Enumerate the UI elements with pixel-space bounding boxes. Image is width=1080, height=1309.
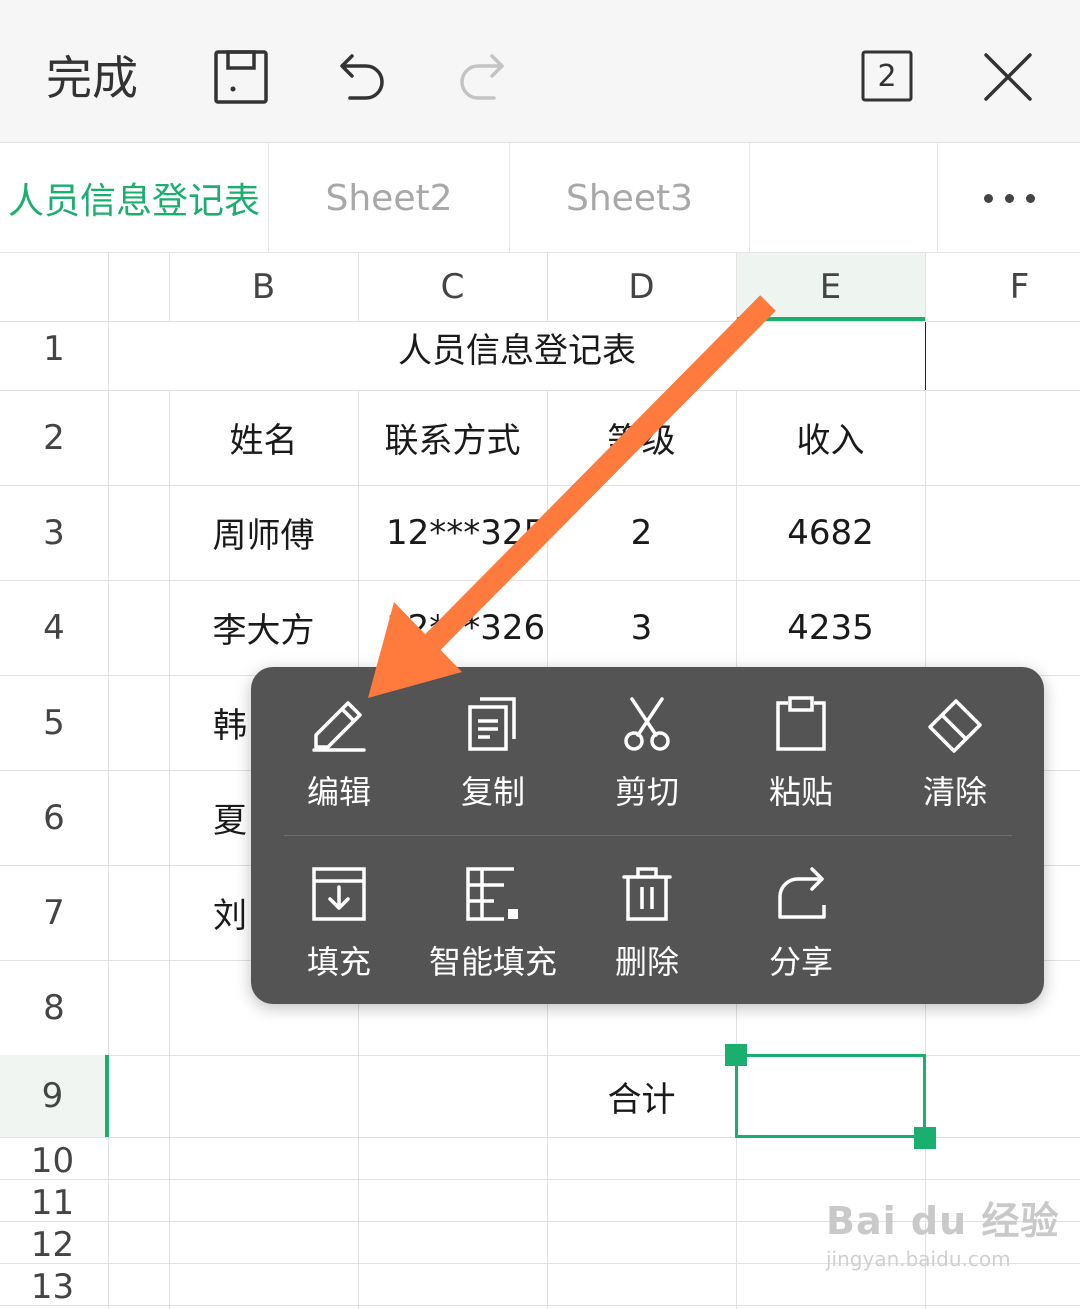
column-header-e[interactable]: E bbox=[736, 253, 925, 321]
header-level-cell[interactable]: 等级 bbox=[547, 390, 736, 485]
baidu-watermark: Bai du 经验 jingyan.baidu.com bbox=[826, 1190, 1059, 1271]
tab-sheet-1[interactable]: 人员信息登记表 bbox=[0, 143, 269, 253]
menu-item-clear[interactable]: 清除 bbox=[878, 667, 1032, 817]
cell-income[interactable]: 4682 bbox=[736, 485, 925, 580]
menu-item-label: 编辑 bbox=[306, 773, 371, 811]
selected-cell[interactable] bbox=[735, 1054, 926, 1138]
pencil-icon bbox=[312, 701, 366, 752]
more-icon[interactable] bbox=[938, 143, 1080, 253]
row-header-12[interactable]: 12 bbox=[0, 1225, 105, 1265]
tab-sheet-2[interactable]: Sheet2 bbox=[269, 143, 510, 253]
row-header-8[interactable]: 8 bbox=[0, 960, 108, 1055]
active-row-indicator bbox=[105, 1055, 109, 1137]
clipboard-icon bbox=[776, 696, 826, 751]
trash-icon bbox=[622, 867, 672, 921]
menu-item-label: 剪切 bbox=[614, 773, 679, 811]
menu-divider bbox=[284, 835, 1012, 836]
top-toolbar: 完成 2 bbox=[0, 0, 1080, 143]
sheet-title-cell[interactable]: 人员信息登记表 bbox=[109, 322, 925, 372]
cell-income[interactable]: 4235 bbox=[736, 580, 925, 675]
total-label-cell[interactable]: 合计 bbox=[547, 1055, 736, 1137]
menu-item-label: 智能填充 bbox=[428, 943, 557, 981]
cell-name[interactable]: 李大方 bbox=[169, 580, 358, 675]
column-header-b[interactable]: B bbox=[169, 253, 358, 321]
sheet-count-icon[interactable]: 2 bbox=[861, 50, 913, 102]
sheet-tab-bar: 人员信息登记表 Sheet2 Sheet3 bbox=[0, 143, 1080, 253]
row-header-4[interactable]: 4 bbox=[0, 580, 108, 675]
menu-item-label: 分享 bbox=[768, 943, 833, 981]
selection-handle-bottom-right[interactable] bbox=[914, 1127, 936, 1149]
cell-contact[interactable]: 12***326 bbox=[358, 580, 547, 675]
menu-item-label: 清除 bbox=[922, 773, 987, 811]
menu-item-label: 粘贴 bbox=[768, 773, 833, 811]
menu-item-label: 复制 bbox=[460, 773, 525, 811]
merged-cell-border bbox=[925, 321, 926, 390]
eraser-icon bbox=[928, 699, 982, 753]
column-header-f[interactable]: F bbox=[925, 253, 1080, 321]
menu-item-delete[interactable]: 删除 bbox=[570, 837, 724, 987]
column-header-c[interactable]: C bbox=[358, 253, 547, 321]
row-header-3[interactable]: 3 bbox=[0, 485, 108, 580]
row-header-2[interactable]: 2 bbox=[0, 390, 108, 485]
done-button[interactable]: 完成 bbox=[46, 50, 138, 106]
redo-icon[interactable] bbox=[456, 52, 508, 104]
row-header-13[interactable]: 13 bbox=[0, 1267, 105, 1307]
row-header-11[interactable]: 11 bbox=[0, 1183, 105, 1223]
tab-sheet-3[interactable]: Sheet3 bbox=[510, 143, 750, 253]
menu-item-paste[interactable]: 粘贴 bbox=[724, 667, 878, 817]
grid-line bbox=[0, 1179, 1080, 1180]
menu-item-cut[interactable]: 剪切 bbox=[570, 667, 724, 817]
menu-item-smart-fill[interactable]: 智能填充 bbox=[416, 837, 570, 987]
column-header-d[interactable]: D bbox=[547, 253, 736, 321]
menu-item-label: 删除 bbox=[614, 943, 679, 981]
grid-line bbox=[108, 253, 109, 1309]
row-header-5[interactable]: 5 bbox=[0, 675, 108, 770]
undo-icon[interactable] bbox=[336, 52, 388, 104]
menu-item-fill[interactable]: 填充 bbox=[262, 837, 416, 987]
copy-icon bbox=[468, 697, 516, 751]
menu-item-share[interactable]: 分享 bbox=[724, 837, 878, 987]
menu-item-copy[interactable]: 复制 bbox=[416, 667, 570, 817]
row-header-6[interactable]: 6 bbox=[0, 770, 108, 865]
scissors-icon bbox=[624, 697, 670, 751]
cell-name[interactable]: 周师傅 bbox=[169, 485, 358, 580]
row-header-10[interactable]: 10 bbox=[0, 1141, 105, 1181]
share-icon bbox=[778, 867, 826, 919]
header-name-cell[interactable]: 姓名 bbox=[169, 390, 358, 485]
watermark-main: Bai du 经验 bbox=[826, 1199, 1060, 1243]
fill-icon bbox=[312, 867, 366, 921]
grid-line bbox=[0, 1305, 1080, 1306]
menu-item-label: 填充 bbox=[306, 943, 371, 981]
tab-empty-slot bbox=[750, 143, 938, 253]
cell-contact[interactable]: 12***325 bbox=[358, 485, 547, 580]
menu-item-edit[interactable]: 编辑 bbox=[262, 667, 416, 817]
row-header-7[interactable]: 7 bbox=[0, 865, 108, 960]
cell-context-menu: 编辑 复制 剪切 粘贴 清除 填充 智能填充 删除 分享 bbox=[251, 667, 1044, 1004]
save-icon[interactable] bbox=[214, 50, 268, 104]
sheet-count-text: 2 bbox=[877, 58, 897, 94]
header-income-cell[interactable]: 收入 bbox=[736, 390, 925, 485]
cell-level[interactable]: 2 bbox=[547, 485, 736, 580]
close-icon[interactable] bbox=[983, 52, 1033, 102]
smart-fill-icon bbox=[466, 867, 518, 921]
selection-handle-top-left[interactable] bbox=[725, 1044, 747, 1066]
header-contact-cell[interactable]: 联系方式 bbox=[358, 390, 547, 485]
row-header-1[interactable]: 1 bbox=[0, 321, 108, 376]
watermark-sub: jingyan.baidu.com bbox=[826, 1247, 1011, 1271]
row-header-9[interactable]: 9 bbox=[0, 1055, 105, 1137]
cell-level[interactable]: 3 bbox=[547, 580, 736, 675]
